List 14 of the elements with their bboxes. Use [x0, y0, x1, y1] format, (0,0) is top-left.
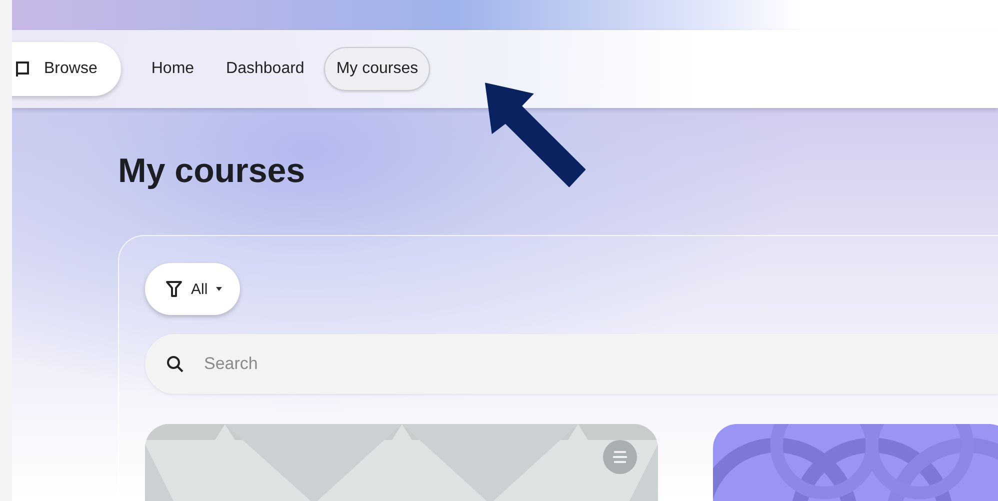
course-image[interactable]	[713, 424, 998, 501]
nav-link[interactable]: Dashboard	[214, 47, 316, 91]
search-icon	[166, 355, 184, 373]
drawer-icon	[16, 61, 30, 77]
nav-link[interactable]: Home	[139, 47, 206, 91]
menu-icon[interactable]	[603, 440, 637, 474]
browse-button[interactable]: Browse	[12, 42, 122, 96]
course-image[interactable]	[145, 424, 658, 501]
filter-icon	[165, 280, 183, 298]
search-field[interactable]: Search	[145, 334, 998, 394]
caret-icon	[216, 287, 222, 291]
page-title: My courses	[118, 152, 306, 191]
filter-button[interactable]: All	[145, 263, 240, 315]
nav-link[interactable]: My courses	[324, 47, 430, 91]
